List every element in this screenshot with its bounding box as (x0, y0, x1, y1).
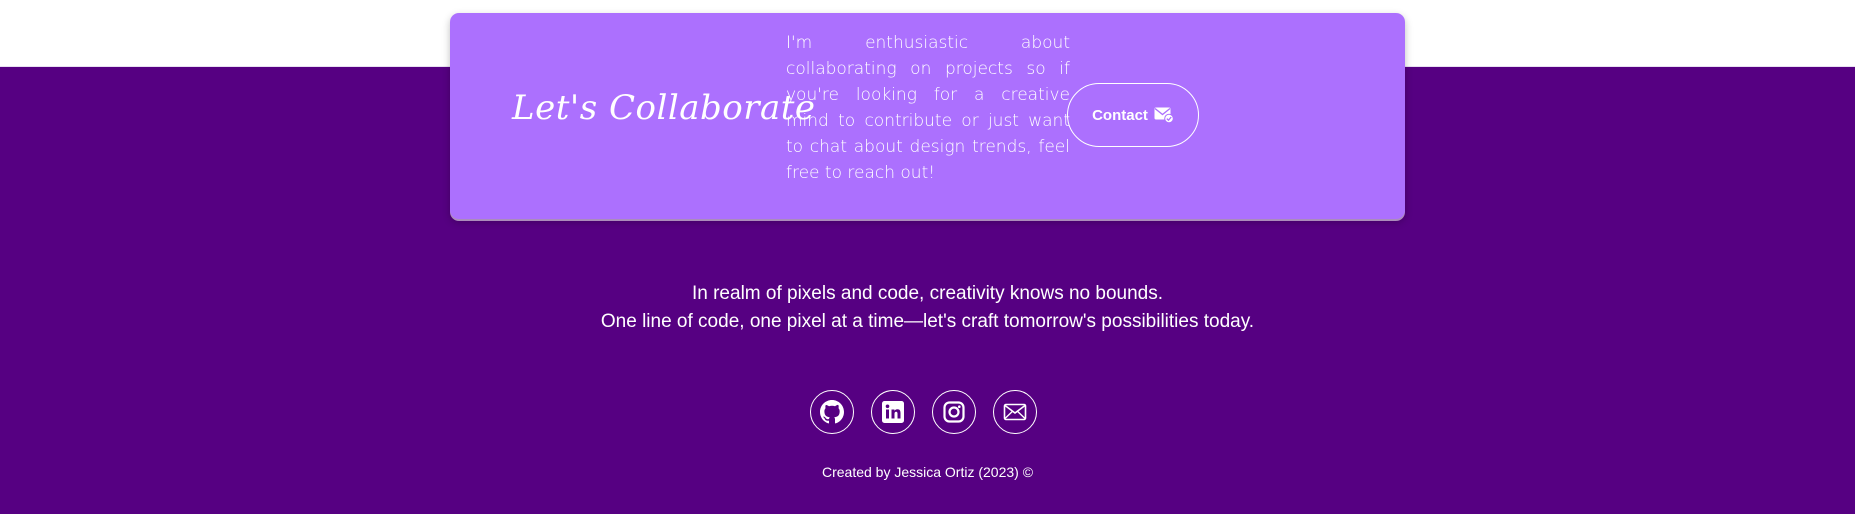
envelope-icon (1003, 400, 1027, 424)
footer-tagline: In realm of pixels and code, creativity … (0, 280, 1855, 336)
contact-button-label: Contact (1092, 106, 1148, 124)
social-link-instagram[interactable] (932, 390, 976, 434)
linkedin-icon (881, 400, 905, 424)
page: Let's Collaborate I'm enthusiastic about… (0, 0, 1855, 514)
instagram-icon (942, 400, 966, 424)
tagline-line-1: In realm of pixels and code, creativity … (691, 283, 1164, 304)
social-link-email[interactable] (993, 390, 1037, 434)
collaborate-card: Let's Collaborate I'm enthusiastic about… (450, 13, 1405, 219)
tagline-line-2: One line of code, one pixel at a time—le… (600, 311, 1255, 332)
social-link-linkedin[interactable] (871, 390, 915, 434)
footer-credit: Created by Jessica Ortiz (2023) © (821, 464, 1034, 480)
contact-button[interactable]: Contact (1067, 83, 1199, 147)
collaborate-description: I'm enthusiastic about collaborating on … (786, 33, 1070, 183)
social-links (810, 390, 1046, 436)
github-icon (820, 400, 844, 424)
collaborate-title: Let's Collaborate (512, 88, 816, 128)
social-link-github[interactable] (810, 390, 854, 434)
mail-check-icon (1154, 107, 1174, 123)
